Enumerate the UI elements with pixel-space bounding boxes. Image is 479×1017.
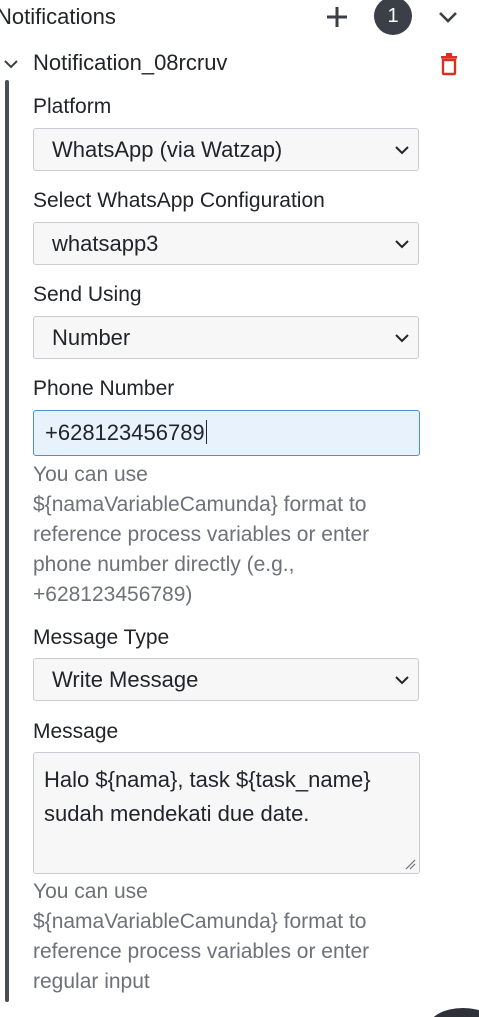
platform-select[interactable]: WhatsApp (via Watzap): [33, 128, 419, 171]
message-label: Message: [33, 720, 119, 743]
resize-grip-icon[interactable]: [404, 858, 416, 870]
text-caret: [205, 420, 207, 444]
section-title: Notifications: [0, 4, 116, 29]
collapse-section-button[interactable]: [437, 6, 459, 28]
delete-notification-button[interactable]: [438, 52, 460, 76]
add-notification-button[interactable]: [325, 5, 349, 29]
phone-number-input[interactable]: +628123456789: [33, 410, 420, 456]
notification-count-badge: 1: [374, 0, 412, 35]
expand-entry-toggle[interactable]: [3, 56, 19, 72]
chevron-down-icon: [395, 146, 409, 155]
chevron-down-icon: [395, 676, 409, 685]
entry-rail: [5, 80, 9, 1002]
message-type-label: Message Type: [33, 626, 170, 649]
floating-action-edge[interactable]: [428, 1008, 479, 1017]
whatsapp-config-select-value: whatsapp3: [52, 231, 159, 256]
phone-number-input-value: +628123456789: [45, 420, 207, 445]
message-textarea[interactable]: Halo ${nama}, task ${task_name} sudah me…: [33, 752, 420, 874]
send-using-label: Send Using: [33, 283, 142, 306]
message-type-select-value: Write Message: [52, 667, 199, 692]
whatsapp-config-select[interactable]: whatsapp3: [33, 222, 419, 265]
send-using-select[interactable]: Number: [33, 316, 419, 359]
platform-label: Platform: [33, 95, 112, 118]
chevron-down-icon: [395, 334, 409, 343]
plus-icon: [327, 7, 347, 27]
platform-select-value: WhatsApp (via Watzap): [52, 137, 283, 162]
phone-number-label: Phone Number: [33, 377, 175, 400]
chevron-down-icon: [395, 240, 409, 249]
chevron-down-icon: [4, 60, 18, 69]
message-type-select[interactable]: Write Message: [33, 658, 419, 701]
chevron-down-icon: [439, 12, 457, 23]
message-textarea-value: Halo ${nama}, task ${task_name} sudah me…: [44, 767, 371, 826]
message-help: You can use ${namaVariableCamunda} forma…: [33, 880, 370, 993]
send-using-select-value: Number: [52, 325, 131, 350]
whatsapp-config-label: Select WhatsApp Configuration: [33, 189, 325, 212]
trash-icon: [441, 53, 457, 76]
notification-entry-title: Notification_08rcruv: [33, 50, 228, 75]
phone-number-help: You can use ${namaVariableCamunda} forma…: [33, 463, 370, 606]
notifications-panel: Notifications 1 Notification_08rcruv Pla…: [0, 0, 479, 1017]
